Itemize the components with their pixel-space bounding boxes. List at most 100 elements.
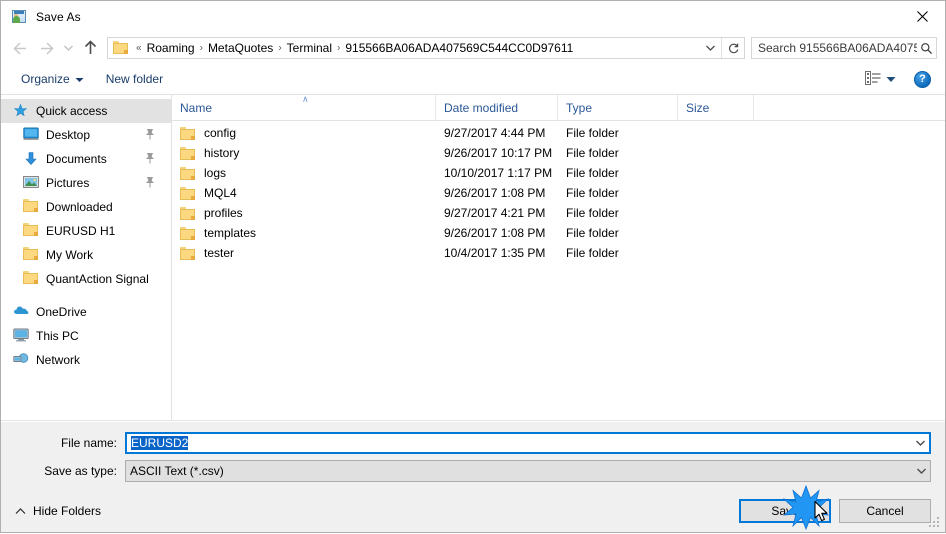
- sidebar-item-quantaction-signal[interactable]: QuantAction Signal: [1, 267, 171, 291]
- back-button[interactable]: [7, 35, 33, 61]
- file-type-cell: File folder: [566, 186, 619, 200]
- breadcrumb-item-roaming[interactable]: Roaming: [145, 41, 197, 55]
- breadcrumb-separator[interactable]: ›: [197, 42, 206, 53]
- file-name-label: profiles: [204, 206, 243, 220]
- file-name-cell: templates: [172, 226, 436, 240]
- file-name-label: templates: [204, 226, 257, 240]
- new-folder-button[interactable]: New folder: [100, 69, 169, 89]
- table-row[interactable]: config 9/27/2017 4:44 PM File folder: [172, 123, 945, 143]
- save-as-type-label: Save as type:: [44, 464, 117, 478]
- table-row[interactable]: MQL4 9/26/2017 1:08 PM File folder: [172, 183, 945, 203]
- sort-ascending-icon: ∧: [302, 94, 309, 104]
- cancel-button[interactable]: Cancel: [839, 499, 931, 523]
- chevron-down-icon: [75, 72, 84, 86]
- sidebar-item-label: Documents: [46, 152, 107, 166]
- save-as-type-select[interactable]: ASCII Text (*.csv): [125, 460, 931, 482]
- folder-icon: [180, 226, 195, 240]
- chevron-up-icon: [15, 504, 26, 518]
- address-dropdown-icon[interactable]: [699, 38, 721, 58]
- file-date-cell: 9/27/2017 4:44 PM: [444, 126, 546, 140]
- folder-icon: [180, 166, 195, 180]
- forward-button[interactable]: [33, 35, 59, 61]
- folder-icon: [180, 186, 195, 200]
- folder-icon: [180, 206, 195, 220]
- table-row[interactable]: history 9/26/2017 10:17 PM File folder: [172, 143, 945, 163]
- file-name-label: tester: [204, 246, 235, 260]
- folder-icon: [180, 146, 195, 160]
- sidebar-item-pictures[interactable]: Pictures: [1, 171, 171, 195]
- breadcrumb-item-instance-id[interactable]: 915566BA06ADA407569C544CC0D97611: [343, 41, 575, 55]
- help-icon[interactable]: ?: [914, 70, 931, 88]
- save-button[interactable]: Save: [739, 499, 831, 523]
- address-bar[interactable]: « Roaming › MetaQuotes › Terminal › 9155…: [107, 37, 745, 59]
- breadcrumb-separator[interactable]: ›: [334, 42, 343, 53]
- sidebar-item-label: Quick access: [36, 104, 108, 118]
- table-row[interactable]: logs 10/10/2017 1:17 PM File folder: [172, 163, 945, 183]
- resize-grip-icon[interactable]: [929, 517, 941, 529]
- breadcrumb-overflow[interactable]: «: [133, 42, 145, 53]
- breadcrumb-item-terminal[interactable]: Terminal: [285, 41, 334, 55]
- file-name-label: logs: [204, 166, 227, 180]
- sidebar-item-onedrive[interactable]: OneDrive: [1, 300, 171, 324]
- file-name-input[interactable]: EURUSD2: [125, 432, 931, 454]
- table-row[interactable]: templates 9/26/2017 1:08 PM File folder: [172, 223, 945, 243]
- sidebar-item-label: Desktop: [46, 128, 91, 142]
- recent-locations-button[interactable]: [59, 35, 77, 61]
- file-name-cell: tester: [172, 246, 436, 260]
- breadcrumb-item-metaquotes[interactable]: MetaQuotes: [206, 41, 275, 55]
- refresh-icon[interactable]: [721, 38, 744, 58]
- arrow-up-icon: [84, 40, 96, 54]
- sidebar-item-downloaded[interactable]: Downloaded: [1, 195, 171, 219]
- up-button[interactable]: [77, 35, 103, 61]
- organize-button[interactable]: Organize: [15, 69, 90, 89]
- sidebar-item-eurusd-h1[interactable]: EURUSD H1: [1, 219, 171, 243]
- breadcrumb-separator[interactable]: ›: [275, 42, 284, 53]
- file-name-value[interactable]: EURUSD2: [127, 436, 912, 450]
- column-header-type[interactable]: Type: [558, 95, 678, 120]
- sidebar-item-quick-access[interactable]: Quick access: [1, 99, 171, 123]
- change-view-button[interactable]: [861, 68, 900, 91]
- sidebar-item-this-pc[interactable]: This PC: [1, 324, 171, 348]
- star-pin-icon: [13, 103, 29, 119]
- file-date-cell: 10/4/2017 1:35 PM: [444, 246, 546, 260]
- file-date-cell: 9/27/2017 4:21 PM: [444, 206, 546, 220]
- folder-icon: [23, 247, 39, 263]
- file-name-cell: logs: [172, 166, 436, 180]
- pin-icon[interactable]: [145, 176, 155, 191]
- column-header-name[interactable]: Name ∧: [172, 94, 436, 120]
- new-folder-label: New folder: [105, 72, 164, 86]
- file-name-cell: config: [172, 126, 436, 140]
- documents-download-icon: [23, 151, 39, 167]
- file-name-cell: MQL4: [172, 186, 436, 200]
- column-header-date-modified[interactable]: Date modified: [436, 95, 558, 120]
- chevron-down-icon: [886, 72, 896, 86]
- file-type-cell: File folder: [566, 146, 619, 160]
- sidebar-item-network[interactable]: Network: [1, 348, 171, 372]
- arrow-right-icon: [40, 41, 54, 55]
- hide-folders-button[interactable]: Hide Folders: [11, 500, 105, 522]
- file-type-cell: File folder: [566, 126, 619, 140]
- file-name-label: config: [204, 126, 237, 140]
- pin-icon[interactable]: [145, 152, 155, 167]
- chevron-down-icon: [63, 45, 73, 51]
- sidebar-item-desktop[interactable]: Desktop: [1, 123, 171, 147]
- sidebar-item-documents[interactable]: Documents: [1, 147, 171, 171]
- chevron-down-icon[interactable]: [912, 439, 929, 447]
- search-box[interactable]: Search 915566BA06ADA40756...: [751, 37, 937, 59]
- table-row[interactable]: tester 10/4/2017 1:35 PM File folder: [172, 243, 945, 263]
- table-row[interactable]: profiles 9/27/2017 4:21 PM File folder: [172, 203, 945, 223]
- search-input[interactable]: Search 915566BA06ADA40756...: [752, 41, 917, 55]
- save-as-type-value: ASCII Text (*.csv): [130, 464, 224, 478]
- file-name-selected-text: EURUSD2: [131, 436, 189, 450]
- file-type-cell: File folder: [566, 166, 619, 180]
- sidebar-item-my-work[interactable]: My Work: [1, 243, 171, 267]
- folder-icon: [113, 41, 129, 55]
- pin-icon[interactable]: [145, 128, 155, 143]
- save-as-dialog: Save As « Roaming › MetaQuotes › Termina…: [0, 0, 946, 533]
- file-name-cell: profiles: [172, 206, 436, 220]
- chevron-down-icon: [705, 45, 715, 51]
- column-header-size[interactable]: Size: [678, 95, 754, 120]
- file-name-label: MQL4: [204, 186, 237, 200]
- close-icon[interactable]: [899, 1, 945, 31]
- chevron-down-icon[interactable]: [913, 467, 930, 475]
